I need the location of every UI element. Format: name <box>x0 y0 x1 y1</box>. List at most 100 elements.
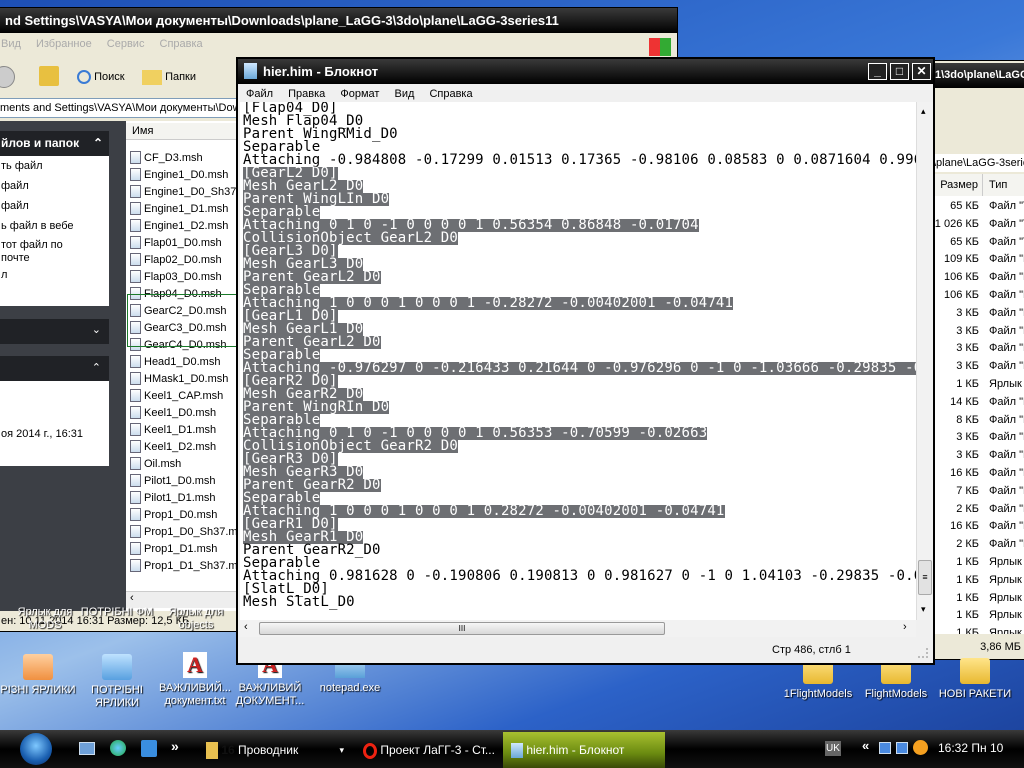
vertical-scrollbar[interactable]: ▴ ≡ ▾ <box>916 102 933 620</box>
file-row[interactable]: 7 КБ Файл "M <box>931 482 1024 500</box>
file-row[interactable]: 1 КБ Ярлык <box>931 624 1024 634</box>
file-row[interactable]: Keel1_CAP.msh <box>130 388 223 405</box>
taskbar-explorer-group[interactable]: 16 Проводник ▾ <box>198 734 348 766</box>
file-row[interactable]: Engine1_D2.msh <box>130 218 228 235</box>
menu-edit[interactable]: Правка <box>288 88 325 100</box>
file-row[interactable]: Keel1_D0.msh <box>130 405 216 422</box>
file-row[interactable]: Prop1_D0.msh <box>130 507 217 524</box>
column-header-name[interactable]: Имя <box>126 123 246 140</box>
file-row[interactable]: 16 КБ Файл "M <box>931 517 1024 535</box>
file-row[interactable]: 16 КБ Файл "M <box>931 464 1024 482</box>
file-row[interactable]: Head1_D0.msh <box>130 354 220 371</box>
file-row[interactable]: Engine1_D1.msh <box>130 201 228 218</box>
menu-favorites[interactable]: Избранное <box>36 38 92 50</box>
desktop-icon-rizni-yarlyky[interactable]: РІЗНІ ЯРЛИКИ <box>0 654 78 697</box>
folders-button[interactable]: Папки <box>142 66 196 88</box>
update-icon[interactable] <box>913 740 928 755</box>
file-row[interactable]: 1 КБ Ярлык <box>931 589 1024 607</box>
file-row[interactable]: Prop1_D1.msh <box>130 541 217 558</box>
file-row[interactable]: Keel1_D2.msh <box>130 439 216 456</box>
scroll-right-icon[interactable]: › <box>903 621 907 633</box>
snap-icon[interactable] <box>141 740 157 757</box>
scroll-left-icon[interactable]: ‹ <box>126 592 134 604</box>
menu-help[interactable]: Справка <box>160 38 203 50</box>
file-row[interactable]: Pilot1_D0.msh <box>130 473 216 490</box>
desktop-shortcut-mods[interactable]: Ярлык для MODS <box>5 606 85 632</box>
scroll-left-icon[interactable]: ‹ <box>244 621 248 633</box>
file-row[interactable]: Flap02_D0.msh <box>130 252 222 269</box>
scroll-down-icon[interactable]: ▾ <box>921 604 926 615</box>
browser-globe-icon[interactable] <box>110 740 126 756</box>
horizontal-scrollbar[interactable]: ‹ III › <box>240 620 916 637</box>
file-row[interactable]: 1 КБ Ярлык <box>931 553 1024 571</box>
file-row[interactable]: 65 КБ Файл "T <box>931 197 1024 215</box>
menu-help[interactable]: Справка <box>429 88 472 100</box>
file-row[interactable]: 1 КБ Ярлык <box>931 375 1024 393</box>
file-row[interactable]: CF_D3.msh <box>130 150 203 167</box>
task-item[interactable]: файл <box>1 176 109 196</box>
taskbar-opera[interactable]: Проект ЛаГГ-3 - Ст... <box>355 734 503 766</box>
resize-grip-icon[interactable] <box>918 648 928 658</box>
file-row[interactable]: 1 026 КБ Файл "T <box>931 215 1024 233</box>
file-row[interactable]: 3 КБ Файл "M <box>931 446 1024 464</box>
search-button[interactable]: Поиск <box>77 66 125 88</box>
network-icon[interactable] <box>879 742 891 754</box>
menu-file[interactable]: Файл <box>246 88 273 100</box>
quicklaunch-more-button[interactable]: » <box>171 738 179 754</box>
file-row[interactable]: Flap03_D0.msh <box>130 269 222 286</box>
file-row[interactable]: 8 КБ Файл "M <box>931 411 1024 429</box>
horizontal-scroll-thumb[interactable]: III <box>259 622 665 635</box>
file-row[interactable]: HMask1_D0.msh <box>130 371 228 388</box>
desktop-icon-potribni-yarlyky[interactable]: ПОТРІБНІ ЯРЛИКИ <box>77 654 157 710</box>
task-item[interactable]: тот файл по <box>1 239 109 252</box>
column-header-type[interactable]: Тип <box>983 174 1024 196</box>
clock[interactable]: 16:32 Пн 10 <box>938 741 1003 755</box>
menu-view[interactable]: Вид <box>1 38 21 50</box>
show-desktop-icon[interactable] <box>79 742 95 755</box>
maximize-button[interactable]: □ <box>890 63 909 80</box>
close-button[interactable]: ✕ <box>912 63 931 80</box>
desktop-folder-fm[interactable]: ПОТРІБНІ ФМ <box>77 606 157 619</box>
address-bar[interactable]: ments and Settings\VASYA\Мои документы\D… <box>0 98 239 118</box>
file-row[interactable]: 106 КБ Файл "M <box>931 268 1024 286</box>
file-row[interactable]: Flap01_D0.msh <box>130 235 222 252</box>
file-row[interactable]: 3 КБ Файл "M <box>931 339 1024 357</box>
file-row[interactable]: Pilot1_D1.msh <box>130 490 216 507</box>
forward-button[interactable] <box>0 66 15 88</box>
explorer-right-address[interactable]: \plane\LaGG-3series11 <box>931 154 1024 172</box>
desktop-shortcut-objects[interactable]: Ярлык для objects <box>156 606 236 632</box>
desktop-icon-novi-rakety[interactable]: НОВІ РАКЕТИ <box>935 658 1015 701</box>
tasks-header[interactable]: йлов и папок ⌃ <box>0 131 109 156</box>
file-row[interactable]: 2 КБ Файл "M <box>931 535 1024 553</box>
tray-expand-button[interactable]: « <box>862 738 869 753</box>
taskbar-notepad[interactable]: hier.him - Блокнот <box>503 732 665 768</box>
file-row[interactable]: 14 КБ Файл "M <box>931 393 1024 411</box>
menu-format[interactable]: Формат <box>340 88 379 100</box>
task-item[interactable]: почте <box>1 252 109 265</box>
file-row[interactable]: 65 КБ Файл "T <box>931 233 1024 251</box>
file-row[interactable]: 3 КБ Файл "M <box>931 357 1024 375</box>
task-item[interactable]: л <box>1 265 109 285</box>
menu-view[interactable]: Вид <box>394 88 414 100</box>
file-row[interactable]: Keel1_D1.msh <box>130 422 216 439</box>
file-row[interactable]: 3 КБ Файл "M <box>931 304 1024 322</box>
file-row[interactable]: Prop1_D1_Sh37.msh <box>130 558 249 575</box>
file-row[interactable]: 1 КБ Ярлык <box>931 571 1024 589</box>
language-indicator[interactable]: UK <box>825 741 841 756</box>
task-item[interactable]: ть файл <box>1 156 109 176</box>
other-places-header[interactable]: ⌄ <box>0 319 109 344</box>
file-row[interactable]: 3 КБ Файл "M <box>931 322 1024 340</box>
file-row[interactable]: Oil.msh <box>130 456 181 473</box>
scroll-up-icon[interactable]: ▴ <box>921 106 926 117</box>
file-row[interactable]: 3 КБ Файл "M <box>931 428 1024 446</box>
task-item[interactable]: файл <box>1 196 109 216</box>
file-row[interactable]: Prop1_D0_Sh37.msh <box>130 524 249 541</box>
network-icon[interactable] <box>896 742 908 754</box>
vertical-scroll-thumb[interactable]: ≡ <box>918 560 932 595</box>
notepad-text-area[interactable]: [Flap04_D0] Mesh Flap04_D0 Parent WingRMid… <box>240 102 916 620</box>
file-row[interactable]: 1 КБ Ярлык <box>931 606 1024 624</box>
minimize-button[interactable]: _ <box>868 63 887 80</box>
menu-tools[interactable]: Сервис <box>107 38 145 50</box>
file-row[interactable]: 106 КБ Файл "M <box>931 286 1024 304</box>
file-row[interactable]: 109 КБ Файл "M <box>931 250 1024 268</box>
